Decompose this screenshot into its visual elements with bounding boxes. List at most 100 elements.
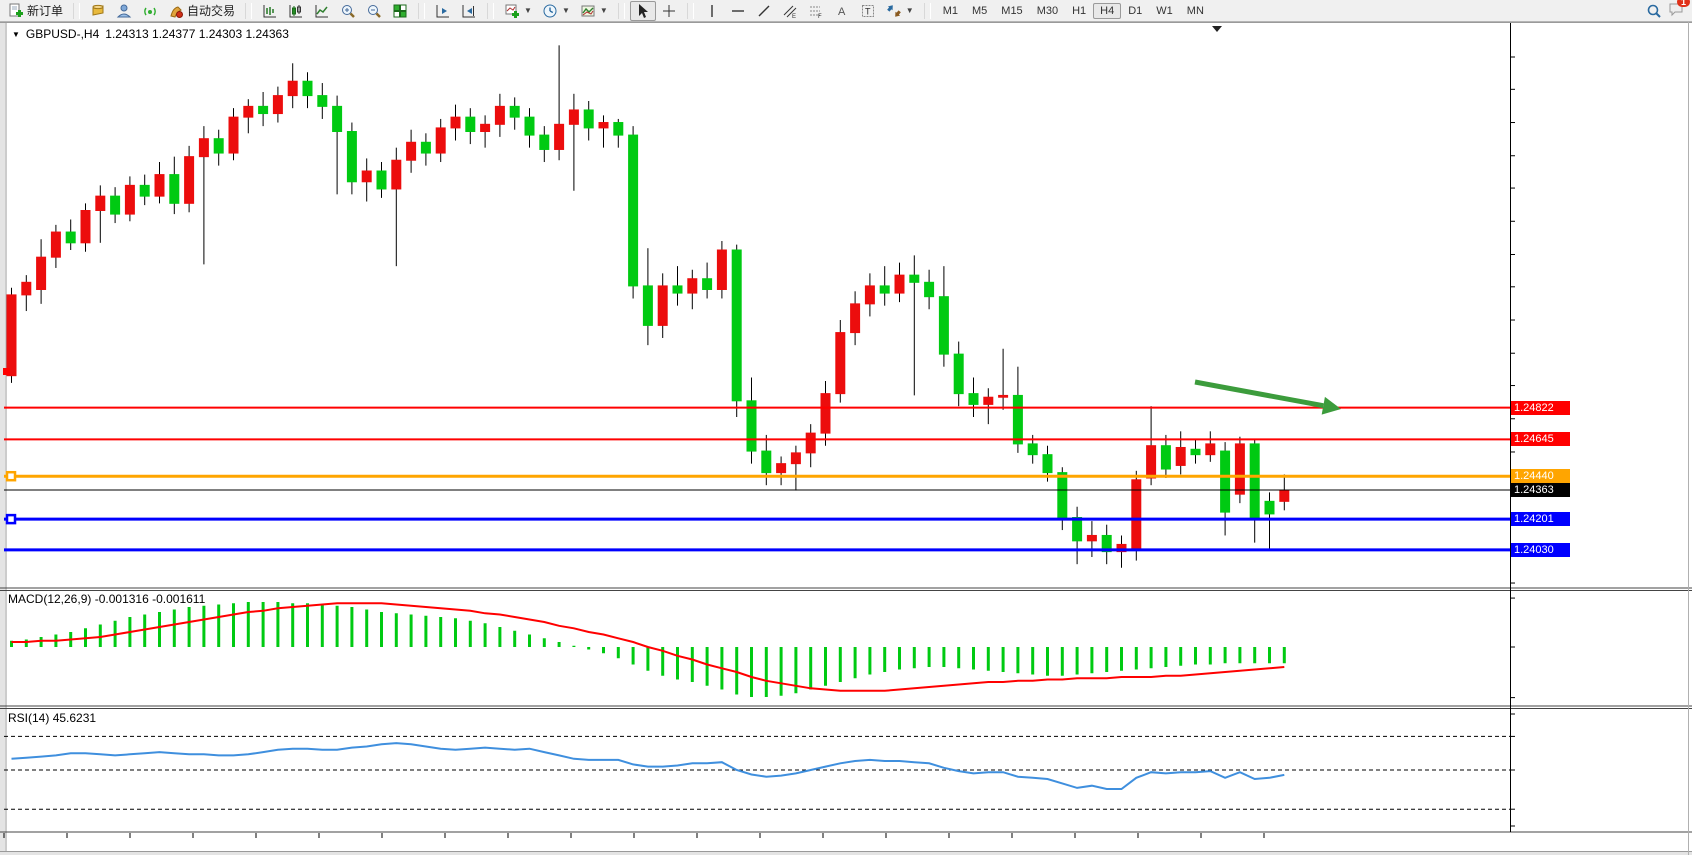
horizontal-line-icon (730, 3, 746, 19)
svg-text:F: F (818, 14, 822, 19)
ohlc-high: 1.24377 (152, 27, 195, 41)
styles-button[interactable] (85, 1, 111, 21)
signal-button[interactable] (137, 1, 163, 21)
chart-canvas[interactable] (0, 0, 1692, 855)
zoom-out-button[interactable] (361, 1, 387, 21)
toolbar-separator (245, 3, 252, 19)
periods-button[interactable]: ▼ (537, 1, 575, 21)
timeframe-button-d1[interactable]: D1 (1121, 3, 1149, 19)
new-chart-icon (504, 3, 520, 19)
chart-shift-icon (461, 3, 477, 19)
main-toolbar: 新订单 自动交易 (0, 0, 1692, 22)
person-icon (116, 3, 132, 19)
zoom-out-icon (366, 3, 382, 19)
toolbar-separator (418, 3, 425, 19)
candle-chart-icon (288, 3, 304, 19)
text-button[interactable]: A (829, 1, 855, 21)
trendline-button[interactable] (751, 1, 777, 21)
timeframe-button-mn[interactable]: MN (1180, 3, 1211, 19)
chart-shift-button[interactable] (456, 1, 482, 21)
dropdown-caret-icon: ▼ (906, 6, 914, 15)
search-icon[interactable] (1646, 3, 1662, 19)
templates-button[interactable]: ▼ (575, 1, 613, 21)
cursor-button[interactable] (630, 1, 656, 21)
rsi-label: RSI(14) (8, 711, 49, 725)
timeframe-button-h4[interactable]: H4 (1093, 3, 1121, 19)
arrows-button[interactable]: ▼ (881, 1, 919, 21)
toolbar-separator (618, 3, 625, 19)
text-label-icon: T (860, 3, 876, 19)
timeframe-button-w1[interactable]: W1 (1149, 3, 1180, 19)
chat-button[interactable]: 1 (1668, 1, 1684, 20)
trendline-icon (756, 3, 772, 19)
market-watch-button[interactable] (111, 1, 137, 21)
rsi-pane-label: RSI(14) 45.6231 (8, 711, 96, 725)
ohlc-low: 1.24303 (199, 27, 242, 41)
crosshair-icon (661, 3, 677, 19)
chart-title[interactable]: ▼ GBPUSD-,H4 1.24313 1.24377 1.24303 1.2… (12, 27, 289, 41)
timeframe-button-m1[interactable]: M1 (936, 3, 965, 19)
horizontal-line-button[interactable] (725, 1, 751, 21)
price-line-tag: 1.24363 (1511, 483, 1570, 497)
macd-pane-label: MACD(12,26,9) -0.001316 -0.001611 (8, 592, 205, 606)
signal-icon (142, 3, 158, 19)
auto-scroll-button[interactable] (430, 1, 456, 21)
ohlc-close: 1.24363 (245, 27, 288, 41)
timeframe-toolbar: M1M5M15M30H1H4D1W1MN (933, 0, 1214, 21)
crosshair-button[interactable] (656, 1, 682, 21)
toolbar-separator (924, 3, 931, 19)
collapse-triangle-icon[interactable]: ▼ (12, 30, 20, 39)
auto-trading-button[interactable]: 自动交易 (163, 0, 240, 21)
vertical-line-icon (704, 3, 720, 19)
bar-chart-icon (262, 3, 278, 19)
auto-trading-label: 自动交易 (187, 2, 235, 19)
vertical-line-button[interactable] (699, 1, 725, 21)
template-icon (580, 3, 596, 19)
toolbar-separator (73, 3, 80, 19)
toolbar-separator (687, 3, 694, 19)
arrows-icon (886, 3, 902, 19)
channel-icon: E (782, 3, 798, 19)
price-line-tag: 1.24440 (1511, 469, 1570, 483)
new-order-label: 新订单 (27, 2, 63, 19)
timeframe-button-h1[interactable]: H1 (1065, 3, 1093, 19)
toolbar-separator (487, 3, 494, 19)
bar-chart-button[interactable] (257, 1, 283, 21)
dropdown-caret-icon: ▼ (524, 6, 532, 15)
tile-windows-button[interactable] (387, 1, 413, 21)
chart-symbol: GBPUSD-,H4 (26, 27, 99, 41)
chat-badge: 1 (1677, 0, 1690, 7)
line-chart-button[interactable] (309, 1, 335, 21)
hline-handle[interactable] (7, 515, 15, 523)
cylinder-icon (90, 3, 106, 19)
candle-chart-button[interactable] (283, 1, 309, 21)
price-line-tag: 1.24822 (1511, 401, 1570, 415)
timeframe-button-m5[interactable]: M5 (965, 3, 994, 19)
line-anchor-marker[interactable] (3, 368, 10, 375)
hline-handle[interactable] (7, 472, 15, 480)
text-icon: A (834, 3, 850, 19)
new-chart-button[interactable]: ▼ (499, 1, 537, 21)
fibonacci-icon: F (808, 3, 824, 19)
line-chart-icon (314, 3, 330, 19)
cursor-arrow-icon (635, 3, 651, 19)
clock-icon (542, 3, 558, 19)
timeframe-button-m30[interactable]: M30 (1030, 3, 1065, 19)
dropdown-caret-icon: ▼ (600, 6, 608, 15)
new-order-icon (8, 3, 24, 19)
ohlc-open: 1.24313 (105, 27, 148, 41)
auto-trading-icon (168, 3, 184, 19)
zoom-in-button[interactable] (335, 1, 361, 21)
rsi-value: 45.6231 (53, 711, 96, 725)
zoom-in-icon (340, 3, 356, 19)
svg-text:A: A (838, 6, 846, 18)
fibonacci-button[interactable]: F (803, 1, 829, 21)
text-label-button[interactable]: T (855, 1, 881, 21)
tile-windows-icon (392, 3, 408, 19)
timeframe-button-m15[interactable]: M15 (994, 3, 1029, 19)
new-order-button[interactable]: 新订单 (3, 0, 68, 21)
price-line-tag: 1.24030 (1511, 543, 1570, 557)
price-line-tag: 1.24201 (1511, 512, 1570, 526)
equidistant-channel-button[interactable]: E (777, 1, 803, 21)
macd-label: MACD(12,26,9) (8, 592, 91, 606)
